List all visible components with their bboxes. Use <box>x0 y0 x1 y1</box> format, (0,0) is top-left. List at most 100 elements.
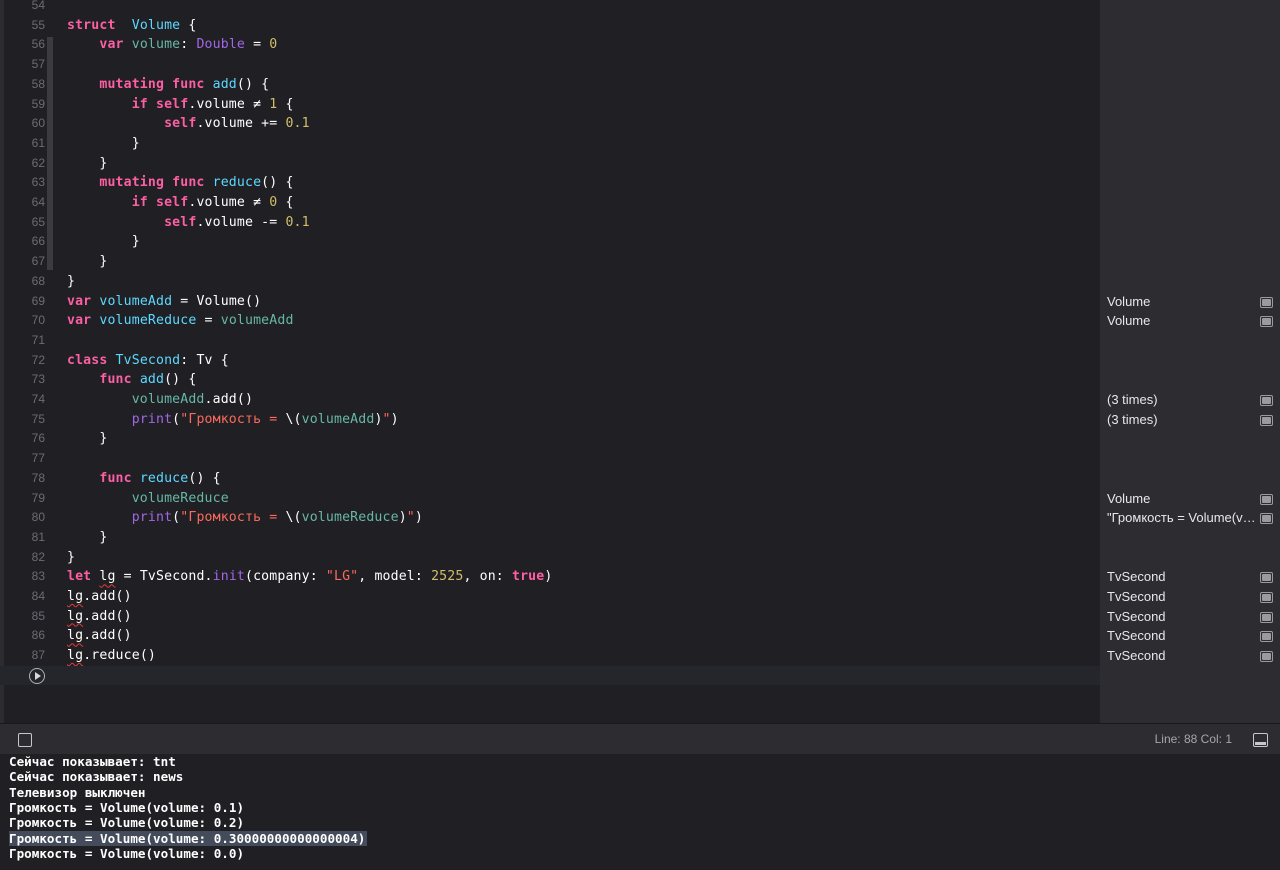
code-line[interactable]: 59 if self.volume ≠ 1 { <box>0 95 1100 115</box>
console-output[interactable]: Сейчас показывает: tnt Сейчас показывает:… <box>0 754 1280 870</box>
console-line: Сейчас показывает: news <box>9 769 184 785</box>
code-line[interactable]: 87 lg.reduce() <box>0 646 1100 666</box>
line-number: 55 <box>31 17 45 32</box>
code-line[interactable]: 80 print("Громкость = \(volumeReduce)") <box>0 508 1100 528</box>
panel-toggle-icon[interactable] <box>1253 733 1268 747</box>
debug-area-toggle-icon[interactable] <box>18 733 32 747</box>
code-text: } <box>67 254 108 270</box>
code-text: } <box>67 135 140 151</box>
quick-look-icon[interactable] <box>1260 592 1273 603</box>
code-line[interactable]: 74 volumeAdd.add() <box>0 390 1100 410</box>
line-number: 68 <box>31 273 45 288</box>
code-text: var volumeReduce = volumeAdd <box>67 313 294 329</box>
result-value: (3 times) <box>1107 392 1158 407</box>
line-number: 84 <box>31 589 45 603</box>
result-value: TvSecond <box>1107 589 1166 604</box>
code-line[interactable]: 63 mutating func reduce() { <box>0 173 1100 193</box>
code-line[interactable]: 81 } <box>0 528 1100 548</box>
code-text: } <box>67 431 108 447</box>
current-line[interactable] <box>0 665 1100 686</box>
code-line[interactable]: 54 <box>0 0 1100 16</box>
line-number: 60 <box>31 116 45 131</box>
code-text: volumeAdd.add() <box>131 392 254 407</box>
line-number: 64 <box>31 195 45 209</box>
code-line[interactable]: 78 func reduce() { <box>0 469 1100 489</box>
code-text: if self.volume ≠ 1 { <box>131 96 294 112</box>
code-line[interactable]: 62 } <box>0 154 1100 174</box>
code-line[interactable]: 60 self.volume += 0.1 <box>0 114 1100 134</box>
result-value: Volume <box>1107 293 1151 309</box>
code-text: lg.reduce() <box>67 648 156 664</box>
result-value: Volume <box>1107 313 1151 329</box>
result-value: "Громкость = Volume(volume: 0.0)" <box>1107 510 1257 526</box>
code-text: var volumeAdd = Volume() <box>67 293 262 309</box>
code-line[interactable]: 56 var volume: Double = 0 <box>0 35 1100 55</box>
code-line[interactable]: 68} <box>0 272 1100 292</box>
line-number: 85 <box>31 608 45 623</box>
quick-look-icon[interactable] <box>1260 296 1273 308</box>
line-number: 66 <box>31 234 45 249</box>
code-text: var volume: Double = 0 <box>99 37 278 53</box>
code-editor[interactable]: 54 55 struct Volume {56 var volume: Double… <box>0 0 1100 723</box>
result-value: Volume <box>1107 490 1151 506</box>
code-text: mutating func reduce() { <box>99 175 294 191</box>
line-number: 80 <box>31 510 45 525</box>
quick-look-icon[interactable] <box>1260 513 1273 525</box>
code-text: lg.add() <box>67 589 132 604</box>
quick-look-icon[interactable] <box>1260 395 1273 406</box>
quick-look-icon[interactable] <box>1260 493 1273 505</box>
line-number: 72 <box>31 352 45 367</box>
code-line[interactable]: 71 <box>0 331 1100 351</box>
code-fold-ribbon[interactable] <box>47 195 53 251</box>
code-line[interactable]: 76 } <box>0 429 1100 449</box>
line-number: 73 <box>31 372 45 387</box>
code-text: if self.volume ≠ 0 { <box>131 195 294 210</box>
quick-look-icon[interactable] <box>1260 572 1273 584</box>
line-number: 76 <box>31 431 45 446</box>
code-line[interactable]: 83 let lg = TvSecond.init(company: "LG", … <box>0 567 1100 587</box>
line-number: 69 <box>31 293 45 308</box>
code-line[interactable]: 84 lg.add() <box>0 587 1100 607</box>
run-icon[interactable] <box>29 667 45 684</box>
code-line[interactable]: 72 class TvSecond: Tv { <box>0 351 1100 371</box>
line-number: 74 <box>31 392 45 406</box>
code-line[interactable]: 55 struct Volume { <box>0 16 1100 36</box>
code-line[interactable]: 67 } <box>0 252 1100 272</box>
code-line[interactable]: 75 print("Громкость = \(volumeAdd)") <box>0 410 1100 430</box>
line-number: 54 <box>31 0 45 12</box>
code-text: } <box>67 549 76 565</box>
quick-look-icon[interactable] <box>1260 414 1273 426</box>
quick-look-icon[interactable] <box>1260 631 1273 643</box>
code-line[interactable]: 77 <box>0 449 1100 469</box>
code-text: } <box>67 234 140 250</box>
cursor-position: Line: 88 Col: 1 <box>1154 732 1232 746</box>
console-line: Громкость = Volume(volume: 0.1) <box>9 799 245 815</box>
code-line[interactable]: 85 lg.add() <box>0 607 1100 627</box>
code-text: self.volume += 0.1 <box>164 116 310 132</box>
line-number: 75 <box>31 411 45 426</box>
code-line[interactable]: 61 } <box>0 134 1100 154</box>
code-line[interactable]: 73 func add() { <box>0 370 1100 390</box>
quick-look-icon[interactable] <box>1260 651 1273 663</box>
line-number: 87 <box>31 648 45 663</box>
code-line[interactable]: 70 var volumeReduce = volumeAdd <box>0 311 1100 331</box>
code-line[interactable]: 65 self.volume -= 0.1 <box>0 213 1100 233</box>
code-fold-ribbon[interactable] <box>47 96 53 152</box>
code-line[interactable]: 82} <box>0 548 1100 568</box>
code-text: print("Громкость = \(volumeAdd)") <box>131 411 399 427</box>
code-line[interactable]: 57 <box>0 55 1100 75</box>
code-line[interactable]: 79 volumeReduce <box>0 489 1100 509</box>
line-number: 79 <box>31 490 45 505</box>
line-number: 56 <box>31 37 45 52</box>
code-text: print("Громкость = \(volumeReduce)") <box>131 510 423 526</box>
code-line[interactable]: 86 lg.add() <box>0 626 1100 646</box>
line-number: 78 <box>31 470 45 485</box>
code-line[interactable]: 58 mutating func add() { <box>0 75 1100 95</box>
console-line: Громкость = Volume(volume: 0.2) <box>9 815 245 831</box>
quick-look-icon[interactable] <box>1260 316 1273 328</box>
line-number: 63 <box>31 175 45 190</box>
code-line[interactable]: 69 var volumeAdd = Volume() <box>0 292 1100 312</box>
code-line[interactable]: 66 } <box>0 232 1100 252</box>
code-line[interactable]: 64 if self.volume ≠ 0 { <box>0 193 1100 213</box>
quick-look-icon[interactable] <box>1260 611 1273 623</box>
